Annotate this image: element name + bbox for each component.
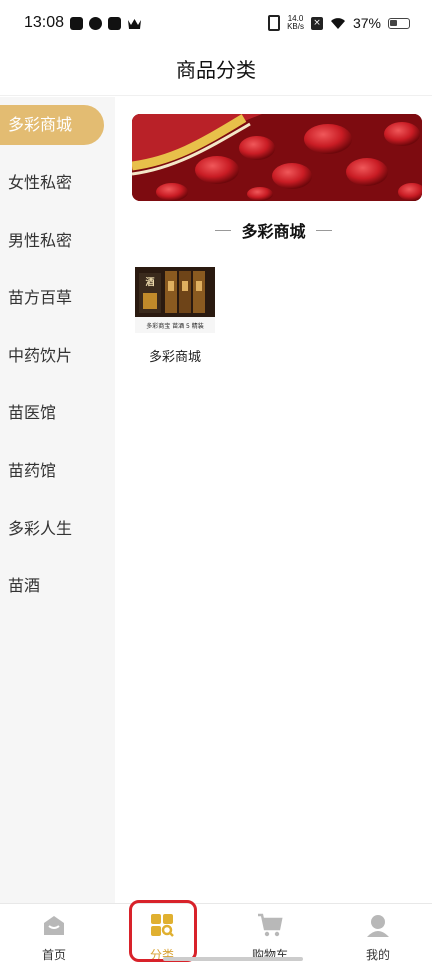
network-speed: 14.0 KB/s <box>287 15 304 31</box>
status-bar: 13:08 14.0 KB/s × 37% <box>0 0 432 50</box>
divider-right <box>315 229 332 231</box>
sidebar-item-colorful-life[interactable]: 多彩人生 <box>0 509 115 549</box>
status-time: 13:08 <box>24 14 65 31</box>
sidebar-item-miao-wine[interactable]: 苗酒 <box>0 566 115 606</box>
battery-level: 37% <box>352 15 381 31</box>
product-name: 多彩商城 <box>148 350 201 365</box>
home-indicator[interactable] <box>163 957 303 961</box>
cart-icon <box>258 913 283 937</box>
nav-profile-label: 我的 <box>365 948 390 962</box>
battery-icon <box>388 17 410 29</box>
category-sidebar: 多彩商城 女性私密 男性私密 苗方百草 中药饮片 苗医馆 苗药馆 多彩人生 苗酒 <box>0 97 115 903</box>
tiktok-icon <box>70 17 83 30</box>
product-thumbnail: 酒 多彩商宝 苗酒 5 精装 <box>135 267 215 333</box>
product-image: 酒 多彩商宝 苗酒 5 精装 <box>135 267 215 333</box>
nav-home-label: 首页 <box>41 948 66 962</box>
vibrate-icon <box>268 15 281 31</box>
category-content: 多彩商城 酒 多彩商宝 苗酒 5 精装 多彩商城 <box>115 97 432 903</box>
home-icon <box>44 916 64 935</box>
notification-icons <box>70 17 142 30</box>
network-speed-unit: KB/s <box>287 22 304 31</box>
svg-text:酒: 酒 <box>145 276 154 288</box>
wifi-icon <box>330 18 345 29</box>
divider-left <box>215 229 232 231</box>
message-icon <box>108 17 121 30</box>
crown-icon <box>128 19 141 29</box>
blood-cells-image <box>132 114 422 201</box>
category-banner[interactable] <box>132 114 422 201</box>
nav-cart[interactable]: 购物车 <box>225 912 315 963</box>
sidebar-item-miao-pharmacy[interactable]: 苗药馆 <box>0 451 115 491</box>
bottom-nav: 首页 分类 购物车 我的 <box>0 903 432 964</box>
page-title: 商品分类 <box>176 58 256 82</box>
nav-profile[interactable]: 我的 <box>333 912 423 963</box>
sim-off-icon: × <box>310 16 323 30</box>
sidebar-item-tcm-slices[interactable]: 中药饮片 <box>0 336 115 376</box>
sidebar-item-miao-herbs[interactable]: 苗方百草 <box>0 278 115 318</box>
profile-icon <box>367 915 389 937</box>
highlight-annotation <box>129 900 197 962</box>
section-title: 多彩商城 <box>241 222 306 241</box>
thumbnail-caption: 多彩商宝 苗酒 5 精装 <box>146 322 204 330</box>
sidebar-item-female-private[interactable]: 女性私密 <box>0 163 115 203</box>
sidebar-item-miao-clinic[interactable]: 苗医馆 <box>0 393 115 433</box>
nav-home[interactable]: 首页 <box>9 912 99 963</box>
sidebar-item-male-private[interactable]: 男性私密 <box>0 221 115 261</box>
product-card[interactable]: 酒 多彩商宝 苗酒 5 精装 多彩商城 <box>135 267 215 365</box>
section-header: 多彩商城 <box>115 215 432 245</box>
sidebar-item-duocai-mall[interactable]: 多彩商城 <box>0 105 104 145</box>
title-bar: 商品分类 <box>0 50 432 96</box>
system-status: 14.0 KB/s × 37% <box>268 15 410 31</box>
app-notification-icon <box>89 17 102 30</box>
